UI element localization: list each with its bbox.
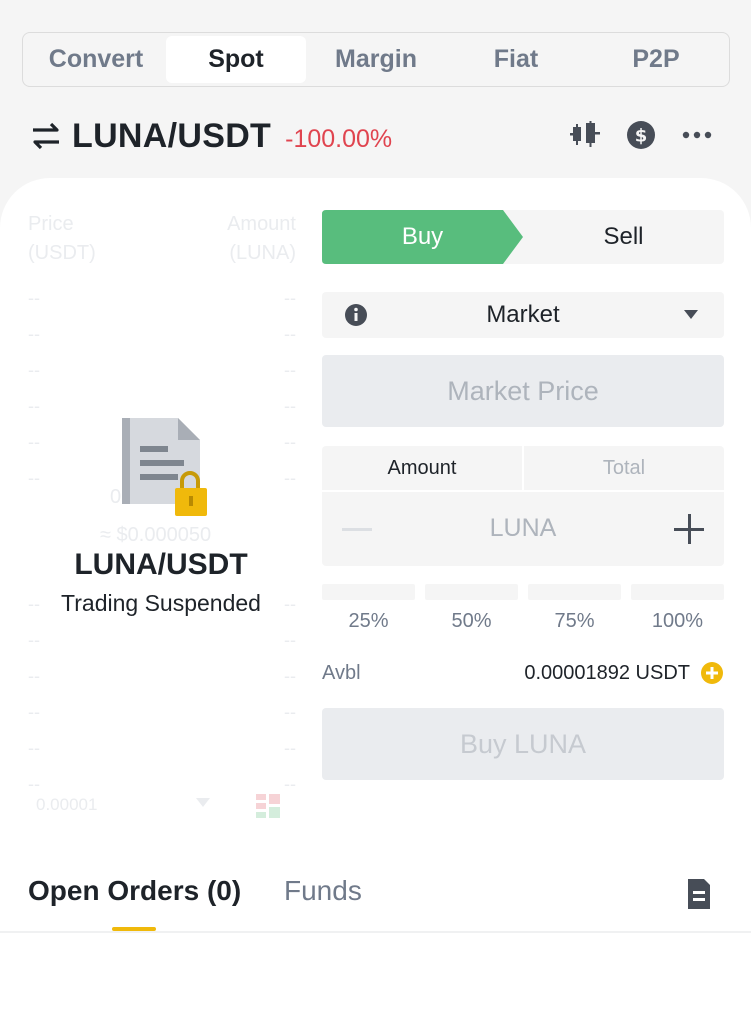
pair-name[interactable]: LUNA/USDT xyxy=(72,117,271,156)
buy-tab-label: Buy xyxy=(401,223,444,250)
market-price-field: Market Price xyxy=(322,355,724,427)
buy-sell-switch: Buy Sell xyxy=(322,210,724,264)
price-change-percent: -100.00% xyxy=(285,124,393,153)
pair-header: LUNA/USDT -100.00% $ xyxy=(30,112,720,160)
trading-suspended-message: Trading Suspended xyxy=(61,590,261,616)
orders-tabs: Open Orders (0) Funds xyxy=(28,875,718,931)
order-book-footer: 0.00001 xyxy=(28,788,296,822)
percent-100-button[interactable]: 100% xyxy=(631,584,724,634)
ask-row: -- -- xyxy=(28,323,296,344)
order-book-header: Price (USDT) Amount (LUNA) xyxy=(28,210,296,268)
percent-75-button[interactable]: 75% xyxy=(528,584,621,634)
amount-column-unit: (LUNA) xyxy=(229,242,296,264)
locked-document-icon xyxy=(122,418,207,516)
percent-25-button[interactable]: 25% xyxy=(322,584,415,634)
buy-tab[interactable]: Buy xyxy=(322,210,523,264)
chevron-down-icon xyxy=(196,798,210,807)
percent-50-button[interactable]: 50% xyxy=(425,584,518,634)
order-type-value: Market xyxy=(486,301,560,328)
bid-row: -- -- xyxy=(28,629,296,650)
available-value: 0.00001892 USDT xyxy=(524,661,690,684)
price-column-unit: (USDT) xyxy=(28,242,96,264)
add-funds-icon[interactable] xyxy=(700,661,724,685)
tab-funds[interactable]: Funds xyxy=(284,875,362,907)
swap-pair-icon[interactable] xyxy=(30,120,62,152)
suspended-pair-name: LUNA/USDT xyxy=(74,548,248,581)
buy-submit-button[interactable]: Buy LUNA xyxy=(322,708,724,780)
tab-p2p[interactable]: P2P xyxy=(586,36,726,83)
amount-input-box: Amount Total LUNA xyxy=(322,446,724,566)
order-type-select[interactable]: Market xyxy=(322,292,724,338)
amount-total-tabs: Amount Total xyxy=(322,446,724,492)
price-column-header: Price xyxy=(28,213,74,235)
info-icon[interactable] xyxy=(344,303,368,327)
bid-row: -- -- xyxy=(28,737,296,758)
tab-margin[interactable]: Margin xyxy=(306,36,446,83)
trade-mode-tabs: Convert Spot Margin Fiat P2P xyxy=(22,32,730,87)
sell-tab[interactable]: Sell xyxy=(523,210,724,264)
available-balance: Avbl 0.00001892 USDT xyxy=(322,658,724,688)
chevron-down-icon xyxy=(684,310,698,319)
svg-text:$: $ xyxy=(635,126,648,147)
price-step-select[interactable]: 0.00001 xyxy=(28,788,218,822)
tab-open-orders[interactable]: Open Orders (0) xyxy=(28,875,241,907)
amount-column-header: Amount xyxy=(227,213,296,235)
ask-row: -- -- xyxy=(28,287,296,308)
order-book-layout-icon[interactable] xyxy=(256,794,280,818)
tab-amount[interactable]: Amount xyxy=(322,446,522,490)
candlestick-chart-icon[interactable] xyxy=(568,118,602,152)
tab-total[interactable]: Total xyxy=(522,446,724,490)
tab-convert[interactable]: Convert xyxy=(26,36,166,83)
ask-row: -- -- xyxy=(28,359,296,380)
available-label: Avbl xyxy=(322,661,361,684)
tab-fiat[interactable]: Fiat xyxy=(446,36,586,83)
divider xyxy=(0,931,751,933)
order-history-icon[interactable] xyxy=(686,879,712,909)
increase-amount-button[interactable] xyxy=(674,514,704,544)
tab-spot[interactable]: Spot xyxy=(166,36,306,83)
header-icons: $ xyxy=(568,118,714,152)
more-options-icon[interactable] xyxy=(680,118,714,152)
bid-row: -- -- xyxy=(28,701,296,722)
amount-input[interactable]: LUNA xyxy=(322,514,724,543)
percentage-slider: 25% 50% 75% 100% xyxy=(322,584,724,634)
mid-price-fiat: ≈ $0.000050 xyxy=(100,524,212,546)
bid-row: -- -- xyxy=(28,665,296,686)
dollar-coin-icon[interactable]: $ xyxy=(624,118,658,152)
